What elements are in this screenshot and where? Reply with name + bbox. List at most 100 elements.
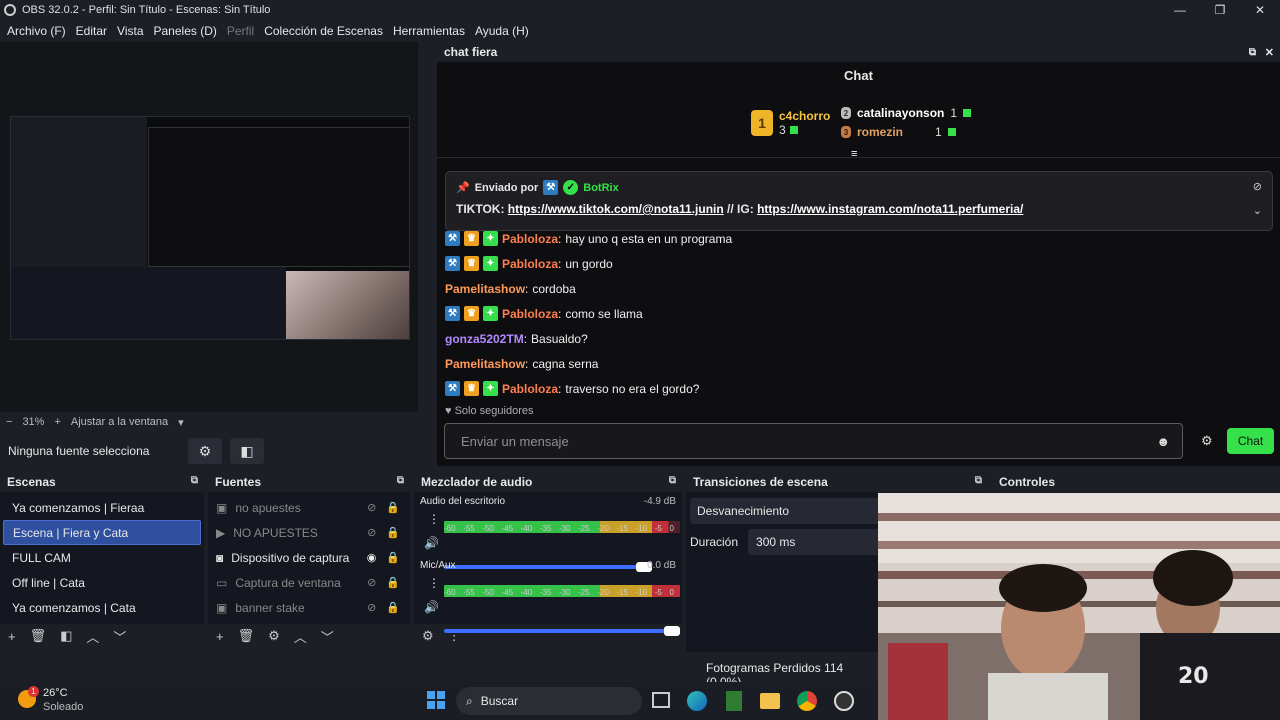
source-item[interactable]: ▣ no apuestes ⊘ 🔒 [208, 495, 410, 520]
more-icon[interactable]: ⋮ [428, 512, 440, 526]
chat-username[interactable]: Pamelitashow [445, 282, 525, 296]
eye-off-icon[interactable]: ⊘ [367, 576, 376, 589]
scene-item[interactable]: Ya comenzamos | Cata [3, 595, 201, 620]
trash-icon[interactable]: 🗑 [238, 628, 255, 644]
eye-off-icon[interactable]: ⊘ [367, 501, 376, 514]
chat-username[interactable]: Pamelitashow [445, 357, 525, 371]
chat-username[interactable]: Pabloloza [502, 232, 558, 246]
task-view-icon[interactable] [652, 692, 670, 708]
trash-icon[interactable]: 🗑 [30, 628, 47, 644]
app-icon[interactable] [726, 691, 742, 711]
menu-scene-collection[interactable]: Colección de Escenas [259, 24, 388, 38]
undock-icon[interactable]: ⧉ [669, 475, 676, 486]
menu-help[interactable]: Ayuda (H) [470, 24, 534, 38]
obs-taskbar-icon[interactable] [834, 691, 854, 711]
image-icon: ▣ [216, 500, 228, 515]
source-item[interactable]: ▶ NO APUESTES ⊘ 🔒 [208, 520, 410, 545]
chrome-icon[interactable] [797, 691, 817, 711]
eye-icon[interactable]: ◉ [367, 551, 377, 564]
zoom-in-button[interactable]: + [54, 416, 60, 428]
audio-mixer-dock: Mezclador de audio ⧉ Audio del escritorio… [414, 472, 682, 652]
advanced-audio-icon[interactable]: ⚙ [422, 628, 434, 644]
taskbar-search[interactable]: ⌕ Buscar [456, 687, 642, 715]
scene-item[interactable]: FULL CAM [3, 545, 201, 570]
hide-eye-icon[interactable]: ⊘ [1253, 180, 1262, 193]
chat-username[interactable]: gonza5202TM [445, 332, 524, 346]
menu-file[interactable]: Archivo (F) [2, 24, 71, 38]
maximize-icon[interactable]: ❐ [1200, 0, 1240, 20]
eye-off-icon[interactable]: ⊘ [367, 526, 376, 539]
chat-message: ⚒ ♛ ✦ Pabloloza: traverso no era el gordo? [445, 376, 1265, 401]
emoji-icon[interactable]: ☻ [1156, 434, 1170, 449]
pinned-message: 📌 Enviado por ⚒ ✓ BotRix TIKTOK: https:/… [445, 171, 1273, 231]
volume-slider[interactable] [444, 626, 680, 636]
scene-item[interactable]: Off line | Cata [3, 570, 201, 595]
lock-icon[interactable]: 🔒 [386, 526, 400, 539]
lock-icon[interactable]: 🔒 [386, 501, 400, 514]
lock-icon[interactable]: 🔒 [386, 576, 400, 589]
silver-medal-icon: 2 [841, 107, 851, 119]
menu-docks[interactable]: Paneles (D) [149, 24, 222, 38]
close-icon[interactable]: ✕ [1240, 0, 1280, 20]
lock-icon[interactable]: 🔒 [386, 601, 400, 614]
undock-icon[interactable]: ⧉ [1249, 47, 1256, 58]
filters-icon[interactable]: ◧ [230, 438, 264, 464]
chevron-down-icon[interactable]: ⌄ [1253, 204, 1262, 217]
add-icon[interactable]: + [8, 629, 16, 644]
edge-icon[interactable] [687, 691, 707, 711]
gear-icon[interactable]: ⚙ [268, 628, 280, 644]
chat-username[interactable]: Pabloloza [502, 382, 558, 396]
menu-view[interactable]: Vista [112, 24, 148, 38]
chat-settings-icon[interactable]: ⚙ [1201, 433, 1213, 449]
chat-username[interactable]: Pabloloza [502, 307, 558, 321]
pinned-tiktok-link[interactable]: https://www.tiktok.com/@nota11.junin [508, 202, 724, 216]
pinned-instagram-link[interactable]: https://www.instagram.com/nota11.perfume… [757, 202, 1023, 216]
arrow-up-icon[interactable]: ︿ [294, 627, 307, 646]
leader-first: 1 c4chorro 3 [751, 109, 830, 137]
file-explorer-icon[interactable] [760, 693, 780, 709]
image-icon: ▣ [216, 600, 228, 615]
speaker-icon[interactable]: 🔊 [424, 600, 439, 614]
chat-input[interactable]: Enviar un mensaje ☻ [444, 423, 1183, 459]
chevron-down-icon[interactable]: ▾ [178, 416, 184, 429]
scene-item[interactable]: Ya comenzamos | Fieraa [3, 495, 201, 520]
meter-scale: -60 -55 -50 -45 -40 -35 -30 -25 -20 -15 -10 -5 0 [444, 588, 674, 597]
transition-select[interactable]: Desvanecimiento [690, 498, 890, 524]
windows-start-icon[interactable] [427, 691, 445, 709]
lock-icon[interactable]: 🔒 [386, 551, 400, 564]
source-item[interactable]: ▭ Captura de ventana ⊘ 🔒 [208, 570, 410, 595]
fit-window-select[interactable]: Ajustar a la ventana [71, 416, 168, 428]
undock-icon[interactable]: ⧉ [191, 475, 198, 486]
menu-edit[interactable]: Editar [71, 24, 112, 38]
duration-input[interactable]: 300 ms [748, 529, 889, 555]
scene-item-selected[interactable]: Escena | Fiera y Cata [3, 520, 201, 545]
colon: : [558, 256, 562, 271]
add-icon[interactable]: + [216, 629, 224, 644]
speaker-icon[interactable]: 🔊 [424, 536, 439, 550]
source-item[interactable]: ▣ banner stake ⊘ 🔒 [208, 595, 410, 620]
crown-badge-icon: ♛ [464, 306, 479, 321]
arrow-down-icon[interactable]: ﹀ [113, 627, 126, 646]
undock-icon[interactable]: ⧉ [975, 475, 982, 486]
eye-off-icon[interactable]: ⊘ [367, 601, 376, 614]
chat-send-button[interactable]: Chat [1227, 428, 1274, 454]
transitions-header: Transiciones de escena ⧉ [693, 475, 982, 489]
more-icon[interactable]: ⋮ [428, 576, 440, 590]
source-item[interactable]: ◙ Dispositivo de captura ◉ 🔒 [208, 545, 410, 570]
gear-icon[interactable]: ⚙ [188, 438, 222, 464]
close-icon[interactable]: ✕ [1265, 46, 1274, 59]
zoom-out-button[interactable]: − [6, 416, 12, 428]
chat-username[interactable]: Pabloloza [502, 257, 558, 271]
collapse-icon[interactable]: ≡ [851, 148, 857, 160]
undock-icon[interactable]: ⧉ [397, 475, 404, 486]
sparkle-badge-icon: ✦ [483, 381, 498, 396]
minimize-icon[interactable]: — [1160, 0, 1200, 20]
volume-knob[interactable] [664, 626, 680, 636]
menu-tools[interactable]: Herramientas [388, 24, 470, 38]
bronze-medal-icon: 3 [841, 126, 851, 138]
arrow-up-icon[interactable]: ︿ [86, 627, 99, 646]
arrow-down-icon[interactable]: ﹀ [321, 627, 334, 646]
meter-tick-label: -55 [463, 588, 475, 597]
meter-tick-label: -40 [520, 588, 533, 597]
filters-icon[interactable]: ◧ [60, 628, 72, 644]
